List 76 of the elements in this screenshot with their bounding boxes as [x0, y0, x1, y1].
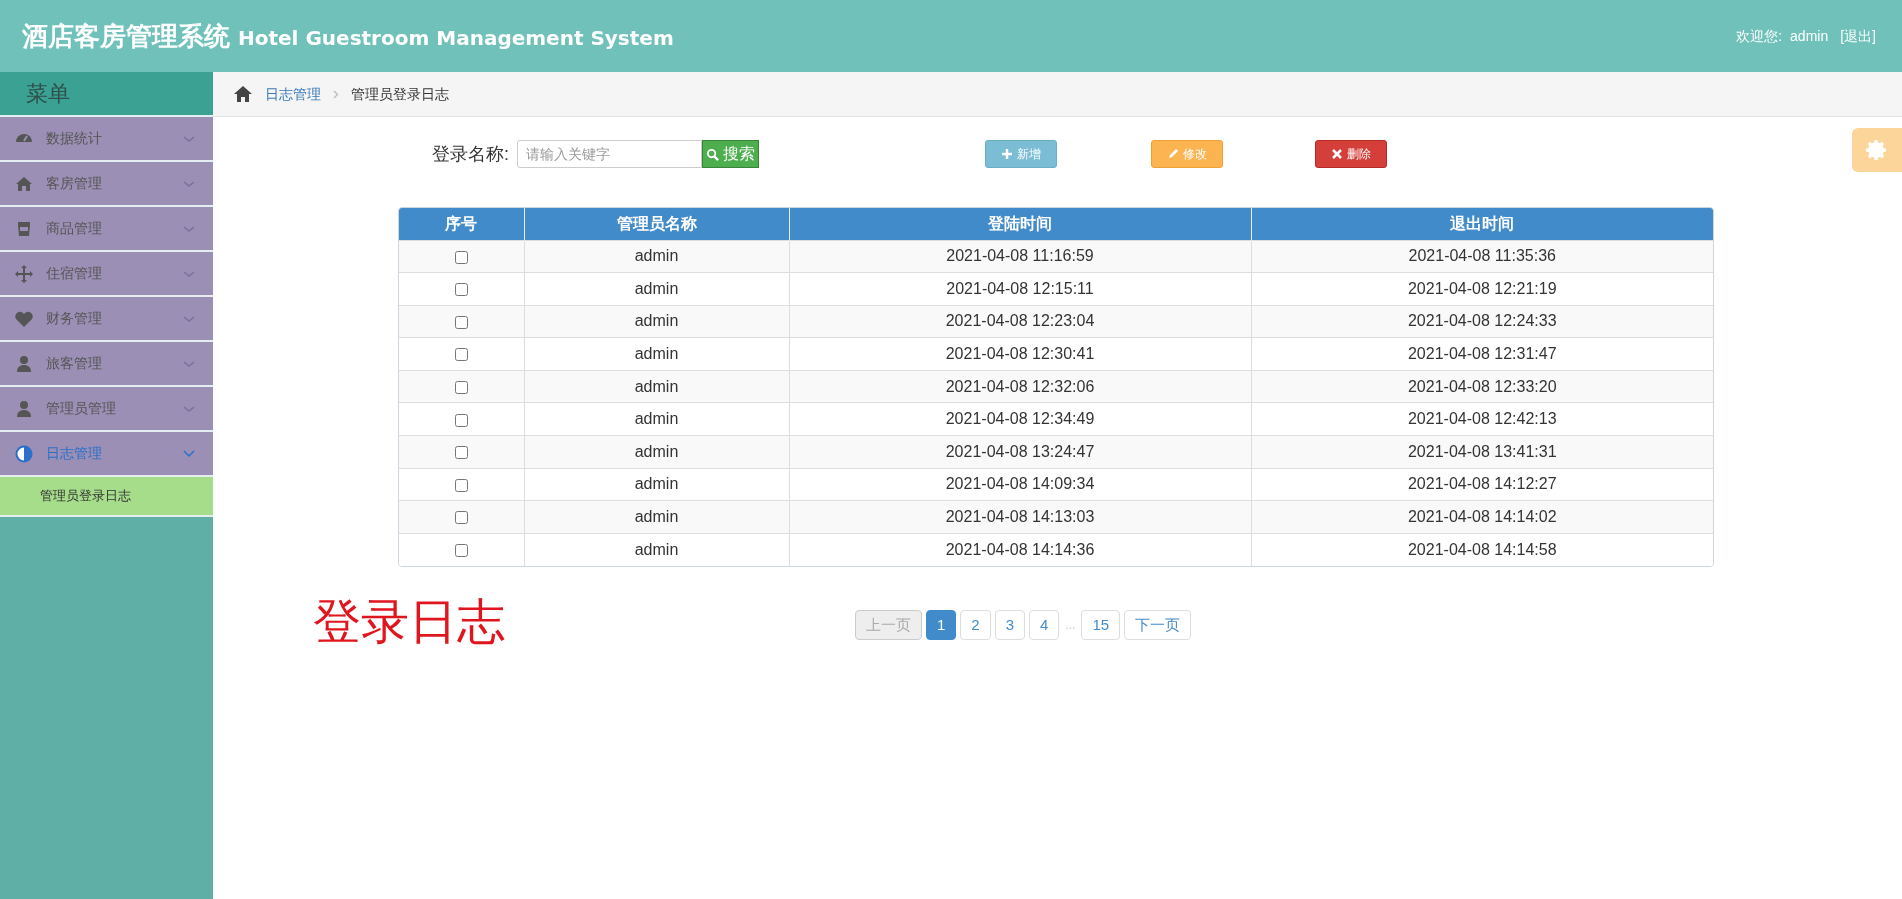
table-cell: 2021-04-08 12:24:33 [1251, 305, 1713, 338]
chevron-icon [183, 314, 195, 323]
chevron-right-icon [333, 89, 339, 99]
user-icon [14, 398, 34, 419]
row-checkbox[interactable] [454, 446, 468, 460]
table-cell: 2021-04-08 14:14:36 [789, 533, 1251, 566]
app-title: 酒店客房管理系统 [22, 19, 230, 53]
app-subtitle: Hotel Guestroom Management System [238, 25, 674, 52]
logout-link[interactable]: [退出] [1840, 25, 1876, 47]
column-header: 退出时间 [1251, 208, 1713, 240]
chevron-icon [183, 269, 195, 278]
sidebar-item[interactable]: 客房管理 [0, 162, 213, 207]
sidebar-item[interactable]: 旅客管理 [0, 342, 213, 387]
pencil-icon [1167, 148, 1179, 160]
table-cell: 2021-04-08 14:12:27 [1251, 468, 1713, 501]
row-checkbox[interactable] [454, 315, 468, 329]
page-caption: 登录日志 [313, 596, 505, 645]
chevron-icon [183, 224, 195, 233]
row-checkbox[interactable] [454, 478, 468, 492]
table-cell: 2021-04-08 11:35:36 [1251, 240, 1713, 273]
page-button[interactable]: 4 [1029, 609, 1060, 640]
page-button[interactable]: 3 [994, 609, 1026, 640]
breadcrumb-current: 管理员登录日志 [351, 84, 449, 104]
column-header: 序号 [399, 208, 524, 240]
plus-icon [1001, 148, 1013, 160]
username-text: admin [1790, 26, 1829, 46]
table-cell: 2021-04-08 12:33:20 [1251, 370, 1713, 403]
table-cell: 2021-04-08 14:14:02 [1251, 500, 1713, 534]
pagination-ellipsis: ... [1064, 616, 1077, 634]
page-button[interactable]: 2 [960, 609, 991, 640]
move-arrows-icon [14, 263, 34, 284]
next-page-button[interactable]: 下一页 [1124, 609, 1192, 640]
settings-icon [1865, 138, 1889, 162]
sidebar-item[interactable]: 管理员管理 [0, 387, 213, 432]
chevron-icon [183, 449, 195, 458]
column-header: 登陆时间 [789, 208, 1251, 240]
sidebar-item[interactable]: 住宿管理 [0, 252, 213, 297]
delete-button[interactable]: 删除 [1315, 140, 1387, 168]
menu-title: 菜单 [26, 80, 70, 108]
chevron-icon [183, 134, 195, 143]
cross-icon [1331, 148, 1343, 160]
submenu-item[interactable]: 管理员登录日志 [0, 477, 213, 517]
row-checkbox[interactable] [454, 283, 468, 297]
chevron-icon [183, 179, 195, 188]
chevron-icon [183, 404, 195, 413]
table-cell: 2021-04-08 12:42:13 [1251, 402, 1713, 436]
row-checkbox[interactable] [454, 348, 468, 362]
page-button[interactable]: 15 [1081, 609, 1121, 640]
sidebar-item[interactable]: 数据统计 [0, 117, 213, 162]
sidebar-item[interactable]: 商品管理 [0, 207, 213, 252]
row-checkbox[interactable] [454, 511, 468, 525]
search-field[interactable]: 请输入关键字 [517, 140, 702, 168]
search-label: 登录名称: [432, 142, 509, 166]
table-cell: 2021-04-08 14:14:58 [1251, 533, 1713, 566]
breadcrumb-link[interactable]: 日志管理 [265, 83, 321, 105]
column-header: 管理员名称 [524, 208, 789, 240]
edit-button[interactable]: 修改 [1151, 140, 1223, 168]
welcome-text: 欢迎您: [1736, 26, 1783, 46]
table-cell: 2021-04-08 13:41:31 [1251, 435, 1713, 469]
row-checkbox[interactable] [454, 380, 468, 394]
table-cell: 2021-04-08 12:21:19 [1251, 272, 1713, 306]
row-checkbox[interactable] [454, 413, 468, 427]
search-button[interactable]: 搜索 [702, 140, 759, 168]
sidebar-item[interactable]: 日志管理 [0, 432, 213, 477]
table-cell: 2021-04-08 12:31:47 [1251, 337, 1713, 371]
add-button[interactable]: 新增 [985, 140, 1057, 168]
search-icon [706, 147, 719, 161]
page-button[interactable]: 1 [926, 609, 957, 640]
home-icon [233, 85, 253, 103]
half-circle-icon [14, 443, 34, 464]
row-checkbox[interactable] [454, 544, 468, 558]
user-icon [14, 353, 34, 374]
sidebar-item[interactable]: 财务管理 [0, 297, 213, 342]
row-checkbox[interactable] [454, 250, 468, 264]
table-cell: admin [524, 533, 789, 566]
chevron-icon [183, 359, 195, 368]
